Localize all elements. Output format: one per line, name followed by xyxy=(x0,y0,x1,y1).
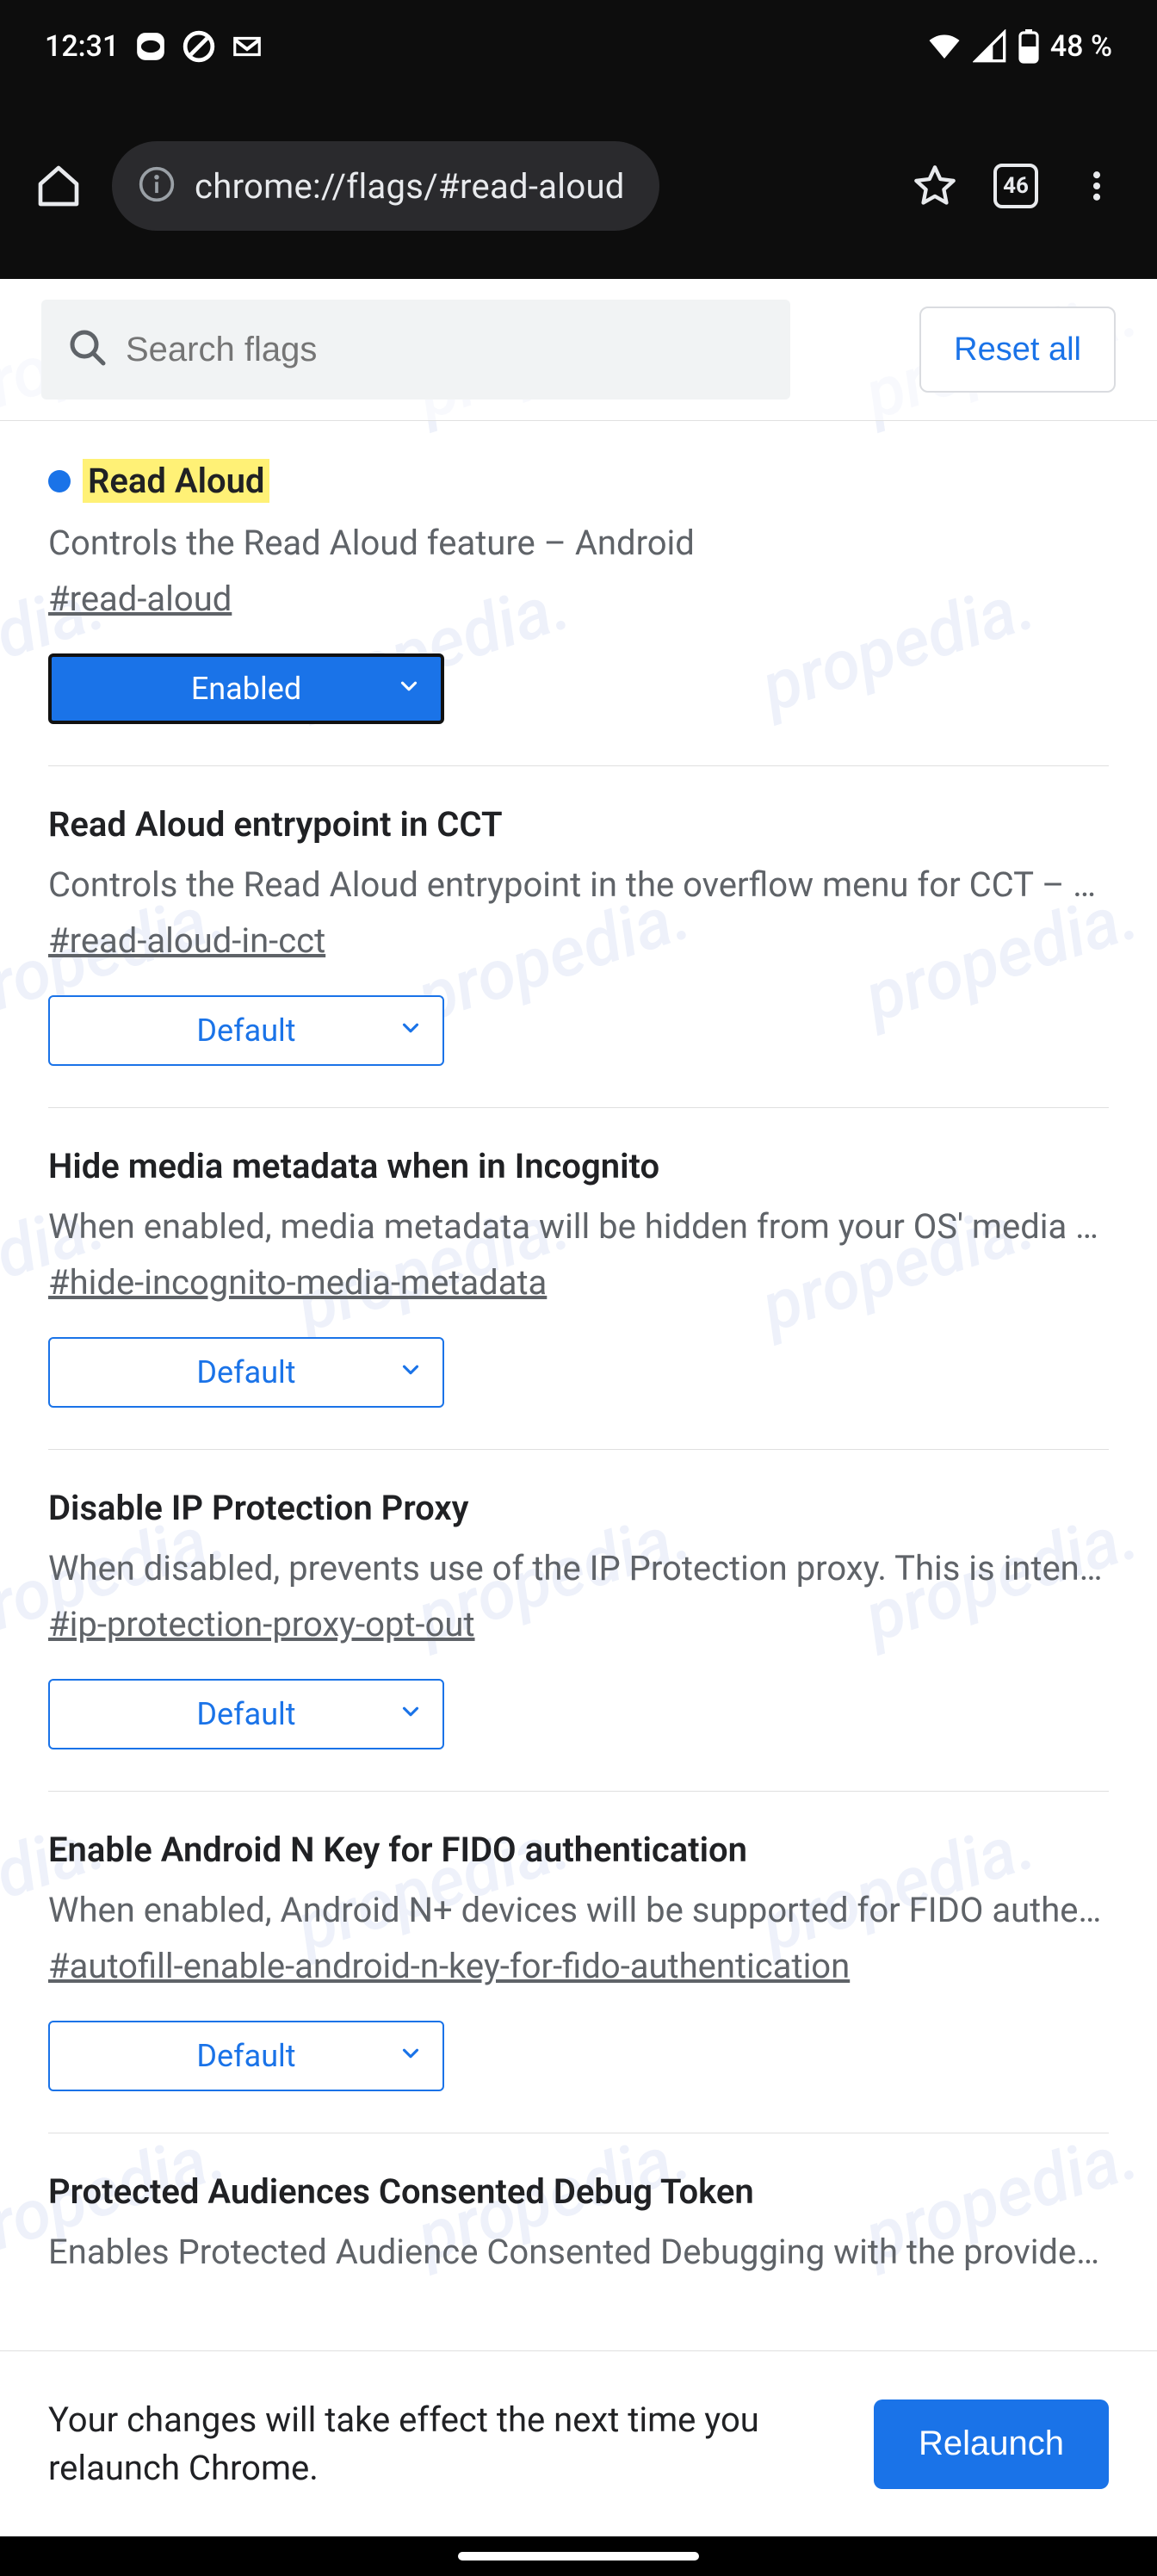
flag-description: Enables Protected Audience Consented Deb… xyxy=(48,2227,1107,2277)
flag-state-select[interactable]: Default xyxy=(48,995,444,1066)
battery-icon xyxy=(1018,29,1040,64)
url-bar[interactable]: chrome://flags/#read-aloud xyxy=(112,141,659,231)
flag-title: Hide media metadata when in Incognito xyxy=(48,1146,659,1186)
flag-state-value: Enabled xyxy=(191,671,301,707)
flag-title: Protected Audiences Consented Debug Toke… xyxy=(48,2171,754,2212)
gmail-icon xyxy=(231,30,263,63)
home-button[interactable] xyxy=(31,158,86,214)
flag-entry: Protected Audiences Consented Debug Toke… xyxy=(48,2133,1109,2277)
flag-anchor-link[interactable]: #autofill-enable-android-n-key-for-fido-… xyxy=(48,1946,850,1986)
wifi-icon xyxy=(926,28,962,65)
flag-state-value: Default xyxy=(196,1696,295,1732)
flag-entry: Hide media metadata when in Incognito Whe… xyxy=(48,1108,1109,1450)
relaunch-message: Your changes will take effect the next t… xyxy=(48,2396,789,2492)
flag-state-select[interactable]: Default xyxy=(48,2021,444,2091)
flag-state-value: Default xyxy=(196,1354,295,1390)
cell-signal-icon xyxy=(973,29,1007,64)
search-flags-box[interactable] xyxy=(41,300,790,399)
flag-description: When disabled, prevents use of the IP Pr… xyxy=(48,1544,1107,1594)
flag-entry: Enable Android N Key for FIDO authentica… xyxy=(48,1792,1109,2133)
flag-anchor-link[interactable]: #read-aloud xyxy=(48,579,232,619)
battery-percent: 48 % xyxy=(1050,29,1112,64)
chevron-down-icon xyxy=(398,2038,424,2074)
flag-description: Controls the Read Aloud entrypoint in th… xyxy=(48,860,1107,910)
flag-anchor-link[interactable]: #ip-protection-proxy-opt-out xyxy=(48,1604,475,1644)
site-info-icon[interactable] xyxy=(138,165,176,207)
flag-state-select[interactable]: Default xyxy=(48,1679,444,1749)
chevron-down-icon xyxy=(396,671,422,707)
nav-handle[interactable] xyxy=(458,2552,699,2561)
flag-description: Controls the Read Aloud feature – Androi… xyxy=(48,518,1107,568)
chevron-down-icon xyxy=(398,1354,424,1390)
status-bar: 12:31 48 % xyxy=(0,0,1157,93)
search-icon xyxy=(67,327,108,372)
chevron-down-icon xyxy=(398,1696,424,1732)
flag-state-value: Default xyxy=(196,2038,295,2074)
app-icon-1 xyxy=(134,30,167,63)
flag-anchor-link[interactable]: #hide-incognito-media-metadata xyxy=(48,1262,547,1303)
flags-list: Read Aloud Controls the Read Aloud featur… xyxy=(0,421,1157,2277)
flag-description: When enabled, media metadata will be hid… xyxy=(48,1202,1107,1252)
page-content: propedia. propedia. propedia. propedia. … xyxy=(0,279,1157,2536)
overflow-menu-button[interactable] xyxy=(1069,158,1124,214)
browser-toolbar: chrome://flags/#read-aloud 46 xyxy=(0,93,1157,279)
flags-header: Reset all xyxy=(0,279,1157,421)
flag-entry: Disable IP Protection Proxy When disabled… xyxy=(48,1450,1109,1792)
search-flags-input[interactable] xyxy=(126,331,764,369)
flag-anchor-link[interactable]: #read-aloud-in-cct xyxy=(48,920,325,961)
bookmark-button[interactable] xyxy=(907,158,962,214)
flag-entry: Read Aloud Controls the Read Aloud featur… xyxy=(48,421,1109,766)
relaunch-bar: Your changes will take effect the next t… xyxy=(0,2350,1157,2536)
chevron-down-icon xyxy=(398,1012,424,1049)
reset-all-button[interactable]: Reset all xyxy=(919,307,1116,393)
flag-title: Read Aloud xyxy=(83,459,269,503)
modified-dot-icon xyxy=(48,470,71,492)
system-nav-bar xyxy=(0,2536,1157,2576)
flag-state-select[interactable]: Enabled xyxy=(48,653,444,724)
tabs-button[interactable]: 46 xyxy=(988,158,1043,214)
flag-title: Read Aloud entrypoint in CCT xyxy=(48,804,503,845)
flag-state-select[interactable]: Default xyxy=(48,1337,444,1408)
app-icon-2 xyxy=(183,30,215,63)
relaunch-button[interactable]: Relaunch xyxy=(874,2400,1109,2489)
flag-description: When enabled, Android N+ devices will be… xyxy=(48,1886,1107,1935)
flag-title: Disable IP Protection Proxy xyxy=(48,1488,469,1528)
url-text: chrome://flags/#read-aloud xyxy=(195,166,625,207)
flag-title: Enable Android N Key for FIDO authentica… xyxy=(48,1830,747,1870)
tab-count: 46 xyxy=(993,164,1038,208)
flag-state-value: Default xyxy=(196,1012,295,1049)
flag-entry: Read Aloud entrypoint in CCT Controls the… xyxy=(48,766,1109,1108)
status-time: 12:31 xyxy=(45,29,119,64)
